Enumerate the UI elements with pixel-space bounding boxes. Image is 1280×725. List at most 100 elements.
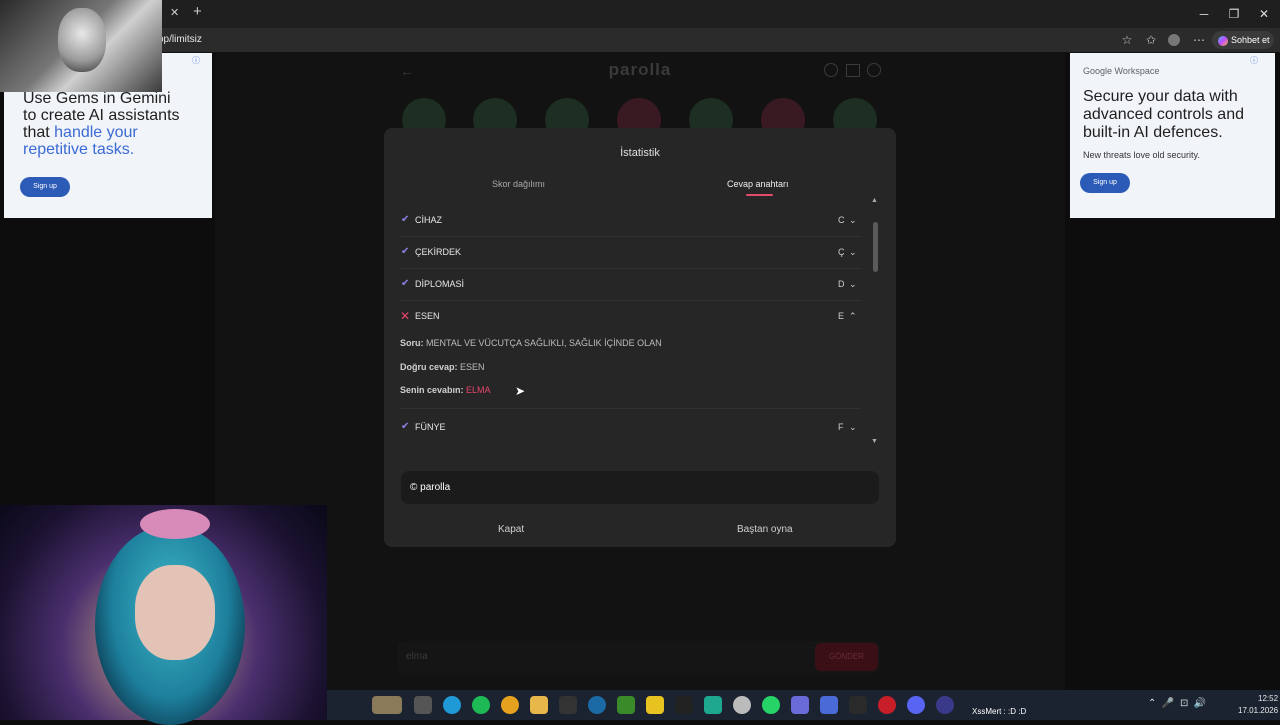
profile-icon[interactable] — [1168, 34, 1180, 46]
ad-info-icon[interactable]: ⓘ — [192, 55, 200, 66]
app-icon[interactable] — [820, 696, 838, 714]
correct-answer: ESEN — [460, 362, 485, 372]
headband-shape — [140, 509, 210, 539]
your-answer-label: Senin cevabın: — [400, 385, 464, 395]
copilot-icon — [1218, 35, 1228, 46]
ad-link-1[interactable]: handle your — [54, 124, 138, 141]
favorite-star-icon[interactable]: ☆ — [1120, 33, 1134, 47]
app-icon[interactable] — [617, 696, 635, 714]
question-line: Soru: MENTAL VE VÜCUTÇA SAĞLIKLI, SAĞLIK… — [400, 338, 662, 348]
ad-headline-3-prefix: that — [23, 124, 55, 141]
question-label: Soru: — [400, 338, 424, 348]
send-button[interactable]: GÖNDER — [815, 643, 878, 671]
clock[interactable]: 12:52 17.01.2026 — [1238, 694, 1278, 715]
ad-headline-3: that handle your — [23, 124, 138, 142]
ad-brand: Google Workspace — [1083, 66, 1160, 76]
close-window-icon[interactable]: ✕ — [1254, 6, 1274, 22]
chrome-icon[interactable] — [501, 696, 519, 714]
face-shape — [135, 565, 215, 660]
close-button[interactable]: Kapat — [498, 524, 524, 535]
steelseries-icon[interactable] — [733, 696, 751, 714]
browser-tab-bar — [0, 0, 1280, 28]
spotify-icon[interactable] — [472, 696, 490, 714]
tab-answer-key[interactable]: Cevap anahtarı — [727, 179, 789, 189]
ad-link-2[interactable]: repetitive tasks. — [23, 141, 134, 159]
ad-headline-2: advanced controls and — [1083, 106, 1244, 123]
chevron-up-icon[interactable]: ⌃ — [849, 311, 857, 322]
app-icon[interactable] — [791, 696, 809, 714]
task-view-icon[interactable] — [414, 696, 432, 714]
scroll-up-icon[interactable]: ▲ — [871, 197, 878, 204]
epic-games-icon[interactable] — [559, 696, 577, 714]
answer-word: DİPLOMASİ — [415, 279, 465, 289]
app-brand: parolla — [608, 60, 672, 79]
ad-signup-button[interactable]: Sign up — [1080, 173, 1130, 193]
info-icon[interactable] — [824, 63, 838, 77]
answer-input-value: elma — [406, 651, 428, 662]
restart-button[interactable]: Baştan oyna — [737, 524, 793, 535]
file-explorer-icon[interactable] — [530, 696, 548, 714]
chevron-down-icon[interactable]: ⌄ — [849, 422, 857, 433]
answer-letter: F — [838, 422, 844, 432]
check-icon: ✔ — [401, 278, 410, 289]
answer-word: CİHAZ — [415, 215, 442, 225]
app-icon[interactable] — [936, 696, 954, 714]
answer-row-esen[interactable] — [400, 301, 860, 331]
more-icon[interactable]: ⋯ — [1192, 33, 1206, 47]
steam-icon[interactable] — [588, 696, 606, 714]
answer-row-cihaz[interactable] — [400, 205, 860, 235]
ad-headline-2: to create AI assistants — [23, 107, 180, 124]
ad-signup-button[interactable]: Sign up — [20, 177, 70, 197]
favorites-icon[interactable]: ✩ — [1144, 33, 1158, 47]
correct-label: Doğru cevap: — [400, 362, 458, 372]
correct-answer-line: Doğru cevap: ESEN — [400, 362, 485, 372]
ad-headline-1: Use Gems in Gemini — [23, 90, 171, 107]
portrait-image — [0, 0, 162, 92]
active-tab-indicator — [746, 194, 773, 196]
scroll-down-icon[interactable]: ▼ — [871, 438, 878, 445]
right-ad[interactable]: Google Workspace Secure your data with a… — [1070, 53, 1275, 218]
whatsapp-icon[interactable] — [762, 696, 780, 714]
ad-info-icon[interactable]: ⓘ — [1250, 55, 1258, 66]
edge-icon[interactable] — [443, 696, 461, 714]
your-answer-line: Senin cevabın: ELMA — [400, 385, 491, 395]
chevron-down-icon[interactable]: ⌄ — [849, 247, 857, 258]
answer-row-cekirdek[interactable] — [400, 237, 860, 267]
answer-row-funye[interactable] — [400, 412, 860, 442]
new-tab-icon[interactable]: + — [193, 3, 202, 20]
answer-row-diplomasi[interactable] — [400, 269, 860, 299]
question-text: MENTAL VE VÜCUTÇA SAĞLIKLI, SAĞLIK İÇİND… — [426, 338, 662, 348]
close-tab-icon[interactable]: ✕ — [170, 6, 179, 19]
weather-icon[interactable] — [372, 696, 402, 714]
answer-letter: D — [838, 279, 845, 289]
wrong-icon: ✕ — [400, 309, 411, 323]
copyright-bar: © parolla — [401, 471, 879, 504]
minimize-icon[interactable]: ─ — [1194, 6, 1214, 22]
scrollbar-thumb[interactable] — [873, 222, 878, 272]
app-icon[interactable] — [878, 696, 896, 714]
answer-letter: E — [838, 311, 845, 321]
clock-date: 17.01.2026 — [1238, 706, 1279, 715]
ad-headline-3: built-in AI defences. — [1083, 124, 1223, 141]
answer-word: ESEN — [415, 311, 440, 321]
copilot-chat-button[interactable]: Sohbet et — [1212, 31, 1274, 49]
app-icon[interactable] — [704, 696, 722, 714]
profile-icon[interactable] — [867, 63, 881, 77]
tab-score-distribution[interactable]: Skor dağılımı — [492, 179, 545, 189]
chevron-down-icon[interactable]: ⌄ — [849, 279, 857, 290]
chevron-down-icon[interactable]: ⌄ — [849, 215, 857, 226]
stats-icon[interactable] — [846, 64, 860, 77]
url-text[interactable]: op/limitsiz — [158, 34, 202, 45]
check-icon: ✔ — [401, 421, 410, 432]
restore-icon[interactable]: ❐ — [1224, 6, 1244, 22]
stream-overlay-text: XssMert : :D :D — [972, 707, 1027, 716]
terminal-icon[interactable] — [849, 696, 867, 714]
discord-icon[interactable] — [907, 696, 925, 714]
ad-subtext: New threats love old security. — [1083, 150, 1200, 160]
back-arrow-icon[interactable]: ← — [400, 63, 414, 79]
answer-letter: C — [838, 215, 845, 225]
system-tray[interactable]: ⌃ 🎤 ⊡ 🔊 — [1148, 698, 1206, 709]
rockstar-icon[interactable] — [646, 696, 664, 714]
answer-input[interactable] — [397, 641, 880, 673]
capcut-icon[interactable] — [675, 696, 693, 714]
